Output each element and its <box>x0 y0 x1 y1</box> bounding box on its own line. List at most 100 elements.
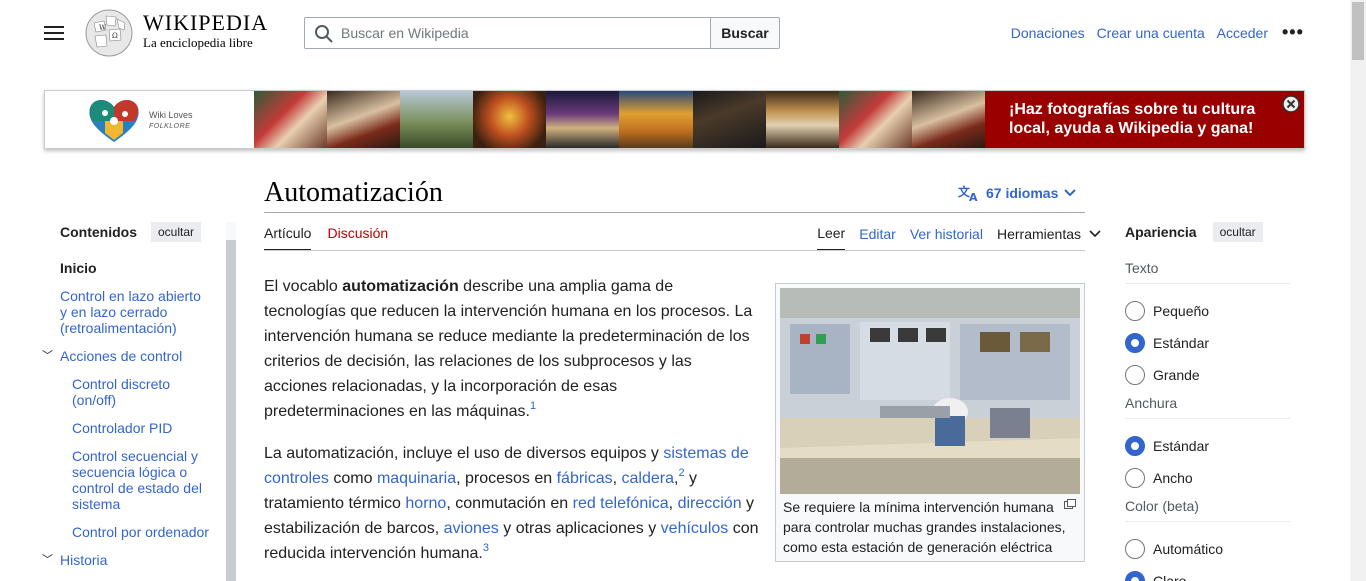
banner-cta-line-2: local, ayuda a Wikipedia y gana! <box>1009 120 1254 137</box>
tab-leer[interactable]: Leer <box>817 225 846 251</box>
main-menu-button[interactable] <box>44 26 64 40</box>
svg-text:W: W <box>99 24 107 32</box>
scrollbar-thumb[interactable] <box>1352 2 1364 60</box>
radio-label: Ancho <box>1153 470 1193 486</box>
text-size-option-2[interactable]: Grande <box>1125 359 1290 391</box>
radio-button-icon[interactable] <box>1125 436 1145 456</box>
wiki-loves-label: Wiki Loves <box>149 110 193 120</box>
toc-item-inicio[interactable]: Inicio <box>60 260 210 276</box>
link-aviones[interactable]: aviones <box>444 520 499 537</box>
photo-10 <box>911 91 985 148</box>
wordmark-text: WIKIPEDIA <box>143 10 269 35</box>
link-fabricas[interactable]: fábricas <box>557 470 613 487</box>
login-link[interactable]: Acceder <box>1217 25 1268 41</box>
search-box <box>304 17 711 49</box>
toc-item-control-secuencial[interactable]: Control secuencial y secuencia lógica o … <box>72 448 210 512</box>
paragraph-2: La automatización, incluye el uso de div… <box>264 445 759 562</box>
wikipedia-globe-logo[interactable]: W Ω <box>84 8 134 58</box>
radio-button-icon[interactable] <box>1125 539 1145 559</box>
link-direccion[interactable]: dirección <box>678 495 742 512</box>
chevron-down-icon[interactable]: ﹀ <box>42 552 54 568</box>
toc-item-historia[interactable]: Historia <box>60 552 210 568</box>
chevron-down-icon[interactable]: ﹀ <box>42 348 54 364</box>
toc-item-control-discreto[interactable]: Control discreto (on/off) <box>72 376 210 408</box>
appearance-title: Apariencia <box>1125 224 1197 240</box>
view-tabs: Leer Editar Ver historial Herramientas <box>817 225 1101 251</box>
table-of-contents: Contenidos ocultar Inicio Control en laz… <box>42 222 210 580</box>
radio-label: Claro <box>1153 573 1187 581</box>
tools-menu[interactable]: Herramientas <box>997 226 1101 250</box>
chevron-down-icon <box>1089 230 1101 238</box>
link-caldera[interactable]: caldera <box>622 470 674 487</box>
link-maquinaria[interactable]: maquinaria <box>377 470 456 487</box>
link-horno[interactable]: horno <box>405 495 446 512</box>
search-button[interactable]: Buscar <box>710 17 780 49</box>
svg-text:A: A <box>969 191 978 202</box>
banner-call-to-action[interactable]: ¡Haz fotografías sobre tu cultura local,… <box>985 91 1304 148</box>
article-figure: Se requiere la mínima intervención human… <box>775 283 1085 562</box>
toc-item-controlador-pid[interactable]: Controlador PID <box>72 420 210 436</box>
title-divider <box>264 212 1085 213</box>
width-option-1[interactable]: Ancho <box>1125 462 1290 494</box>
paragraph-1: El vocablo automatización describe una a… <box>264 278 753 420</box>
text-size-label: Texto <box>1125 260 1290 284</box>
create-account-link[interactable]: Crear una cuenta <box>1097 25 1205 41</box>
enlarge-icon[interactable] <box>1064 499 1076 509</box>
photo-5 <box>546 91 620 148</box>
article-body: El vocablo automatización describe una a… <box>264 274 759 581</box>
wikipedia-wordmark[interactable]: WIKIPEDIA La enciclopedia libre <box>143 11 268 51</box>
link-vehiculos[interactable]: vehículos <box>661 520 729 537</box>
color-option-0[interactable]: Automático <box>1125 533 1290 565</box>
photo-2 <box>327 91 401 148</box>
page-scrollbar[interactable] <box>1350 0 1366 581</box>
radio-button-icon[interactable] <box>1125 333 1145 353</box>
appearance-panel: Apariencia ocultar Texto Pequeño Estándar… <box>1125 222 1290 581</box>
close-icon[interactable] <box>1282 95 1300 113</box>
radio-button-icon[interactable] <box>1125 301 1145 321</box>
appearance-hide-button[interactable]: ocultar <box>1212 222 1263 242</box>
more-options-button[interactable]: ••• <box>1282 23 1304 41</box>
search-form: Buscar <box>304 17 780 49</box>
site-header: W Ω WIKIPEDIA La enciclopedia libre Busc… <box>0 0 1350 66</box>
width-option-0[interactable]: Estándar <box>1125 430 1290 462</box>
radio-button-icon[interactable] <box>1125 365 1145 385</box>
fundraising-banner[interactable]: Wiki Loves FOLKLORE ¡Haz fotografías sob… <box>44 90 1305 149</box>
color-label: Color (beta) <box>1125 498 1290 522</box>
photo-7 <box>692 91 766 148</box>
language-count: 67 idiomas <box>986 185 1059 201</box>
toc-scrollbar-thumb[interactable] <box>226 240 236 581</box>
toc-hide-button[interactable]: ocultar <box>151 222 202 242</box>
toc-item-control-lazo[interactable]: Control en lazo abierto y en lazo cerrad… <box>60 288 210 336</box>
photo-1 <box>254 91 328 148</box>
tab-discusion[interactable]: Discusión <box>327 225 388 251</box>
photo-4 <box>473 91 547 148</box>
puzzle-heart-icon <box>89 99 139 142</box>
text-size-option-0[interactable]: Pequeño <box>1125 295 1290 327</box>
donate-link[interactable]: Donaciones <box>1011 25 1085 41</box>
color-option-1[interactable]: Claro <box>1125 565 1290 581</box>
figure-caption: Se requiere la mínima intervención human… <box>780 494 1080 557</box>
folklore-label: FOLKLORE <box>149 123 191 130</box>
bold-term: automatización <box>342 278 459 295</box>
text-size-option-1[interactable]: Estándar <box>1125 327 1290 359</box>
tab-editar[interactable]: Editar <box>859 226 896 250</box>
toc-item-acciones-control[interactable]: Acciones de control <box>60 348 210 364</box>
radio-label: Estándar <box>1153 438 1210 454</box>
banner-cta-line-1: ¡Haz fotografías sobre tu cultura <box>1009 101 1256 118</box>
tab-articulo[interactable]: Artículo <box>264 225 312 251</box>
search-input[interactable] <box>341 19 701 47</box>
toc-scrollbar[interactable] <box>224 222 238 581</box>
tab-ver-historial[interactable]: Ver historial <box>910 226 983 250</box>
language-selector[interactable]: 文 A 67 idiomas <box>958 184 1077 202</box>
radio-button-icon[interactable] <box>1125 571 1145 581</box>
link-red-telefonica[interactable]: red telefónica <box>573 495 669 512</box>
namespace-tabs: Artículo Discusión <box>264 225 388 251</box>
toc-item-control-ordenador[interactable]: Control por ordenador <box>72 524 210 540</box>
tagline: La enciclopedia libre <box>143 35 253 50</box>
page-title: Automatización <box>264 177 443 208</box>
radio-button-icon[interactable] <box>1125 468 1145 488</box>
reference-3[interactable]: 3 <box>483 542 489 554</box>
reference-1[interactable]: 1 <box>530 400 536 412</box>
wiki-loves-folklore-logo: Wiki Loves FOLKLORE <box>45 91 254 148</box>
control-room-photo[interactable] <box>780 288 1080 494</box>
